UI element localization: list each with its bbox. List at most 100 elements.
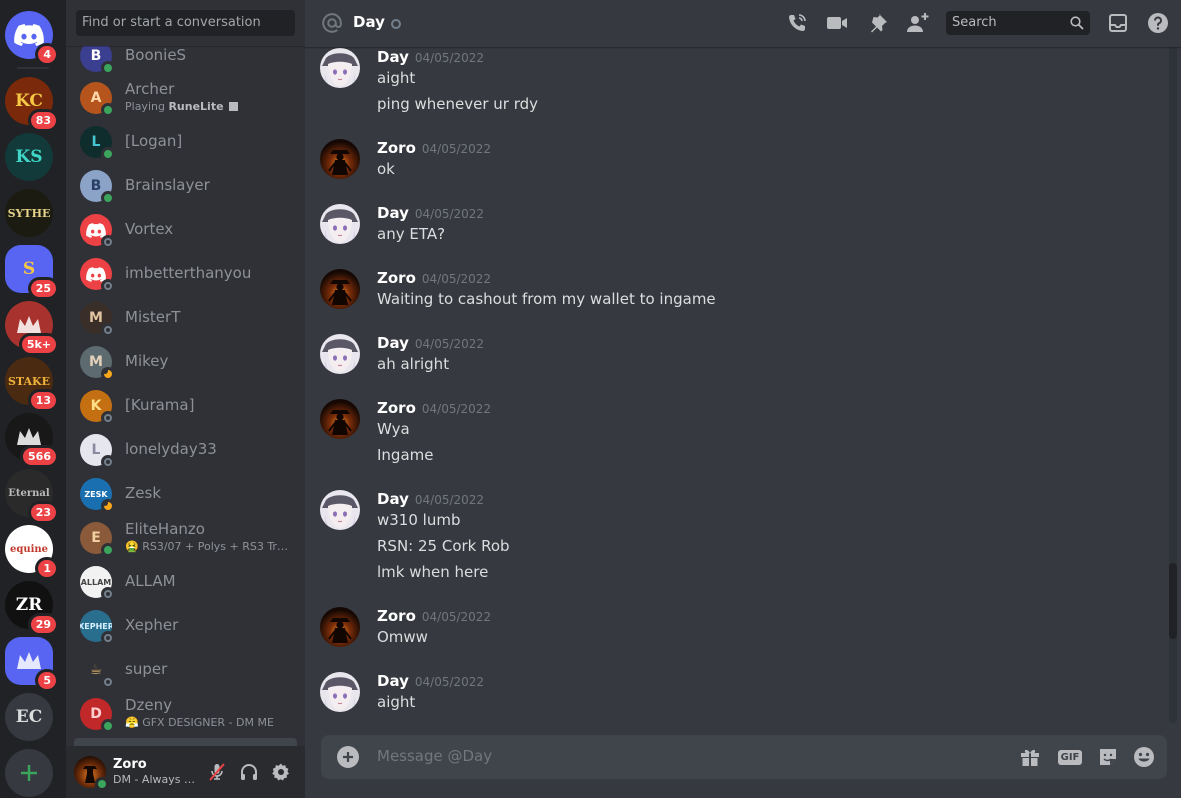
server-icon-equine[interactable]: equine 1	[5, 525, 56, 577]
message-avatar[interactable]	[320, 607, 360, 647]
message-content: ok	[377, 160, 395, 178]
microphone-muted-icon	[209, 763, 225, 781]
message-timestamp: 04/05/2022	[421, 272, 492, 286]
message-avatar[interactable]	[320, 490, 360, 530]
dm-name: Brainslayer	[125, 176, 210, 194]
recipient-status-icon	[391, 19, 401, 29]
server-icon-zr-server[interactable]: ZR 29	[5, 581, 56, 633]
server-art: SYTHE	[5, 189, 53, 237]
user-settings-button[interactable]	[269, 760, 293, 784]
message-content: aight	[377, 69, 416, 87]
dm-item-logan[interactable]: L [Logan]	[74, 121, 297, 163]
server-icon-crown-server[interactable]: 5k+	[5, 301, 56, 353]
status-dot-idle	[101, 367, 115, 381]
home-button[interactable]: 4	[5, 11, 56, 63]
message-avatar[interactable]	[320, 399, 360, 439]
dm-item-super[interactable]: ☕ super	[74, 649, 297, 691]
server-icon-s-server[interactable]: S 25	[5, 245, 56, 297]
dm-item-imbetterthanyou[interactable]: imbetterthanyou	[74, 253, 297, 295]
inbox-button[interactable]	[1106, 11, 1130, 35]
help-button[interactable]	[1146, 11, 1170, 35]
message-input[interactable]: Message @Day	[377, 747, 492, 765]
pinned-messages-button[interactable]	[866, 11, 890, 35]
server-icon-king-of-stakes[interactable]: KS	[5, 133, 53, 181]
message-author[interactable]: Zoro	[377, 399, 416, 417]
server-icon-eternal[interactable]: Eternal 23	[5, 469, 56, 521]
plus-icon	[5, 749, 53, 797]
avatar: ZESK	[80, 478, 115, 513]
server-icon-sythe[interactable]: SYTHE	[5, 189, 53, 237]
avatar: D	[80, 698, 115, 733]
message-avatar[interactable]	[320, 334, 360, 374]
dm-custom-status: 🤮 RS3/07 + Polys + RS3 Trai...	[125, 540, 290, 553]
server-icon-stake-server[interactable]: STAKE 13	[5, 357, 56, 409]
status-dot-offline	[101, 631, 115, 645]
add-server-button[interactable]	[5, 749, 53, 797]
user-name: Zoro	[113, 757, 147, 772]
add-friends-to-dm-button[interactable]	[906, 11, 930, 35]
search-input[interactable]: Search	[946, 11, 1090, 35]
message-timestamp: 04/05/2022	[421, 142, 492, 156]
message-header: Day 04/05/2022	[377, 672, 484, 690]
dm-item-zesk[interactable]: ZESK Zesk	[74, 473, 297, 515]
headphones-icon	[241, 764, 257, 780]
server-icon-purple-server[interactable]: 5	[5, 637, 56, 689]
dm-name: Mikey	[125, 352, 169, 370]
message-author[interactable]: Day	[377, 672, 409, 690]
user-avatar[interactable]	[74, 756, 109, 791]
dm-item-lonelyday33[interactable]: Llonelyday33	[74, 429, 297, 471]
dm-item-elitehanzo[interactable]: E EliteHanzo 🤮 RS3/07 + Polys + RS3 Trai..…	[74, 517, 297, 559]
message-content: Wya	[377, 420, 410, 438]
message-author[interactable]: Zoro	[377, 269, 416, 287]
server-icon-ec-server[interactable]: EC	[5, 693, 53, 741]
avatar-glyph: B	[90, 48, 102, 64]
dm-item-archer[interactable]: A Archer Playing RuneLite	[74, 77, 297, 119]
status-dot-offline	[101, 279, 115, 293]
message-author[interactable]: Day	[377, 48, 409, 66]
message-header: Zoro 04/05/2022	[377, 139, 491, 157]
message-avatar[interactable]	[320, 672, 360, 712]
start-video-call-button[interactable]	[825, 11, 849, 35]
message-avatar[interactable]	[320, 204, 360, 244]
deafen-button[interactable]	[237, 760, 261, 784]
server-initials: S	[22, 259, 36, 279]
dm-search-input[interactable]: Find or start a conversation	[76, 10, 295, 36]
unread-badge: 23	[30, 504, 56, 521]
message-content: Ingame	[377, 446, 434, 464]
dm-name: Vortex	[125, 220, 174, 238]
message-scrollbar-thumb[interactable]	[1169, 563, 1177, 639]
dm-item-mikey[interactable]: M Mikey	[74, 341, 297, 383]
dm-name: [Logan]	[125, 132, 183, 150]
avatar-glyph: L	[91, 442, 101, 458]
message-author[interactable]: Day	[377, 334, 409, 352]
gif-label: GIF	[1057, 749, 1083, 765]
message-timestamp: 04/05/2022	[414, 337, 485, 351]
message-avatar[interactable]	[320, 139, 360, 179]
message-avatar[interactable]	[320, 48, 360, 88]
message-avatar[interactable]	[320, 269, 360, 309]
message-author[interactable]: Day	[377, 204, 409, 222]
message-content: RSN: 25 Cork Rob	[377, 537, 510, 555]
dm-item-kurama[interactable]: K [Kurama]	[74, 385, 297, 427]
message-group: Day 04/05/2022 any ETA?	[305, 204, 1165, 244]
start-voice-call-button[interactable]	[785, 11, 809, 35]
send-gift-button[interactable]	[1018, 745, 1042, 769]
message-author[interactable]: Day	[377, 490, 409, 508]
gif-picker-button[interactable]: GIF	[1057, 745, 1083, 769]
dm-item-xepher[interactable]: XEPHER Xepher	[74, 605, 297, 647]
dm-item-brainslayer[interactable]: B Brainslayer	[74, 165, 297, 207]
server-icon-ninja-server[interactable]: 566	[5, 413, 56, 465]
dm-item-dzeny[interactable]: D Dzeny 😤 GFX DESIGNER - DM ME	[74, 693, 297, 735]
message-author[interactable]: Zoro	[377, 607, 416, 625]
dm-item-mistert[interactable]: M MisterT	[74, 297, 297, 339]
dm-item-allam[interactable]: ALLAM ALLAM	[74, 561, 297, 603]
emoji-picker-button[interactable]	[1132, 745, 1156, 769]
upload-button[interactable]	[337, 746, 359, 768]
mute-button[interactable]	[205, 760, 229, 784]
dm-item-vortex[interactable]: Vortex	[74, 209, 297, 251]
unread-badge: 13	[30, 392, 56, 409]
message-author[interactable]: Zoro	[377, 139, 416, 157]
rail-separator	[17, 67, 49, 69]
server-icon-kc[interactable]: KC 83	[5, 77, 56, 129]
sticker-picker-button[interactable]	[1096, 745, 1120, 769]
